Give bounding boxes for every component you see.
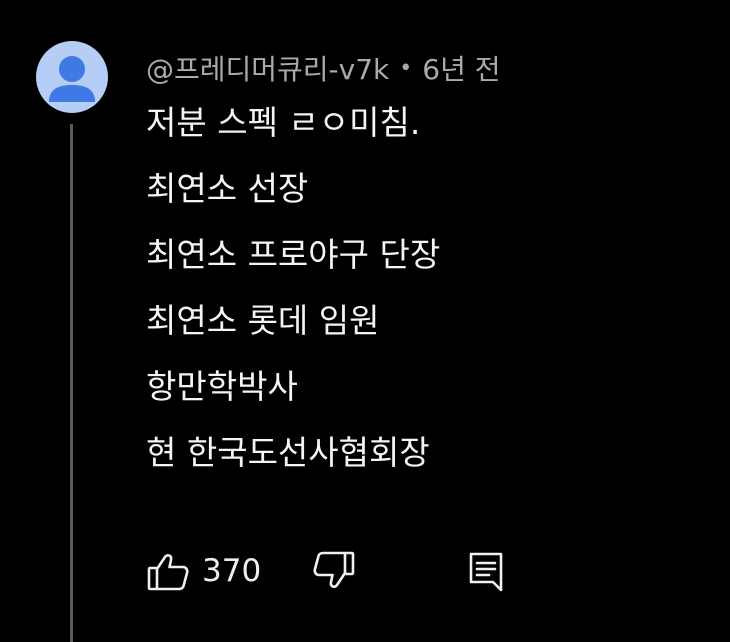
thread-line — [70, 124, 73, 642]
dislike-button[interactable] — [312, 545, 356, 597]
comment-actions: 370 — [146, 545, 526, 597]
comment-line: 최연소 롯데 임원 — [146, 301, 380, 340]
comment-line: 최연소 프로야구 단장 — [146, 235, 441, 274]
reply-button[interactable] — [464, 545, 508, 597]
avatar[interactable] — [36, 41, 108, 113]
comment-body: 저분 스펙 ㄹㅇ미침. 최연소 선장 최연소 프로야구 단장 최연소 롯데 임원… — [146, 103, 706, 499]
author-name[interactable]: @프레디머큐리-v7k — [146, 48, 389, 88]
comment-reply-icon — [469, 552, 503, 592]
like-count: 370 — [202, 553, 262, 589]
thumbs-up-icon — [147, 554, 189, 591]
comment-timestamp[interactable]: 6년 전 — [422, 48, 500, 88]
comment-line: 항만학박사 — [146, 367, 298, 406]
like-button[interactable]: 370 — [146, 545, 261, 597]
meta-separator: • — [399, 55, 413, 81]
comment-line: 현 한국도선사협회장 — [146, 433, 430, 472]
comment-line: 최연소 선장 — [146, 169, 309, 208]
comment-meta: @프레디머큐리-v7k • 6년 전 — [146, 48, 501, 88]
default-user-icon — [49, 56, 95, 102]
thumbs-down-icon — [313, 551, 355, 588]
comment-line: 저분 스펙 ㄹㅇ미침. — [146, 103, 421, 142]
